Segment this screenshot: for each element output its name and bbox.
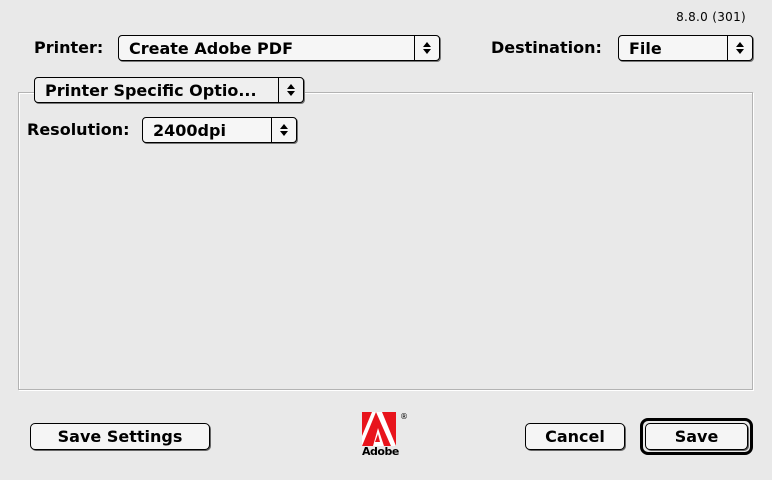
save-settings-button[interactable]: Save Settings — [30, 423, 210, 450]
popup-arrows-icon — [278, 78, 303, 102]
panel-selector-value: Printer Specific Optio... — [45, 80, 257, 100]
registered-mark: ® — [400, 412, 408, 421]
destination-popup[interactable]: File — [618, 35, 753, 61]
version-label: 8.8.0 (301) — [676, 10, 746, 24]
resolution-label: Resolution: — [27, 120, 130, 139]
printer-value: Create Adobe PDF — [129, 38, 293, 58]
destination-value: File — [629, 38, 662, 58]
printer-popup[interactable]: Create Adobe PDF — [118, 35, 440, 61]
popup-arrows-icon — [271, 118, 296, 142]
panel-selector-popup[interactable]: Printer Specific Optio... — [34, 77, 304, 103]
printer-label: Printer: — [34, 38, 104, 57]
resolution-value: 2400dpi — [153, 120, 226, 140]
destination-label: Destination: — [491, 38, 602, 57]
popup-arrows-icon — [727, 36, 752, 60]
popup-arrows-icon — [414, 36, 439, 60]
save-button[interactable]: Save — [645, 423, 748, 450]
adobe-logo-text: Adobe — [362, 445, 399, 458]
resolution-popup[interactable]: 2400dpi — [142, 117, 297, 143]
adobe-logo: ® Adobe — [362, 412, 412, 460]
adobe-logo-icon — [362, 412, 396, 446]
cancel-button[interactable]: Cancel — [525, 423, 625, 450]
